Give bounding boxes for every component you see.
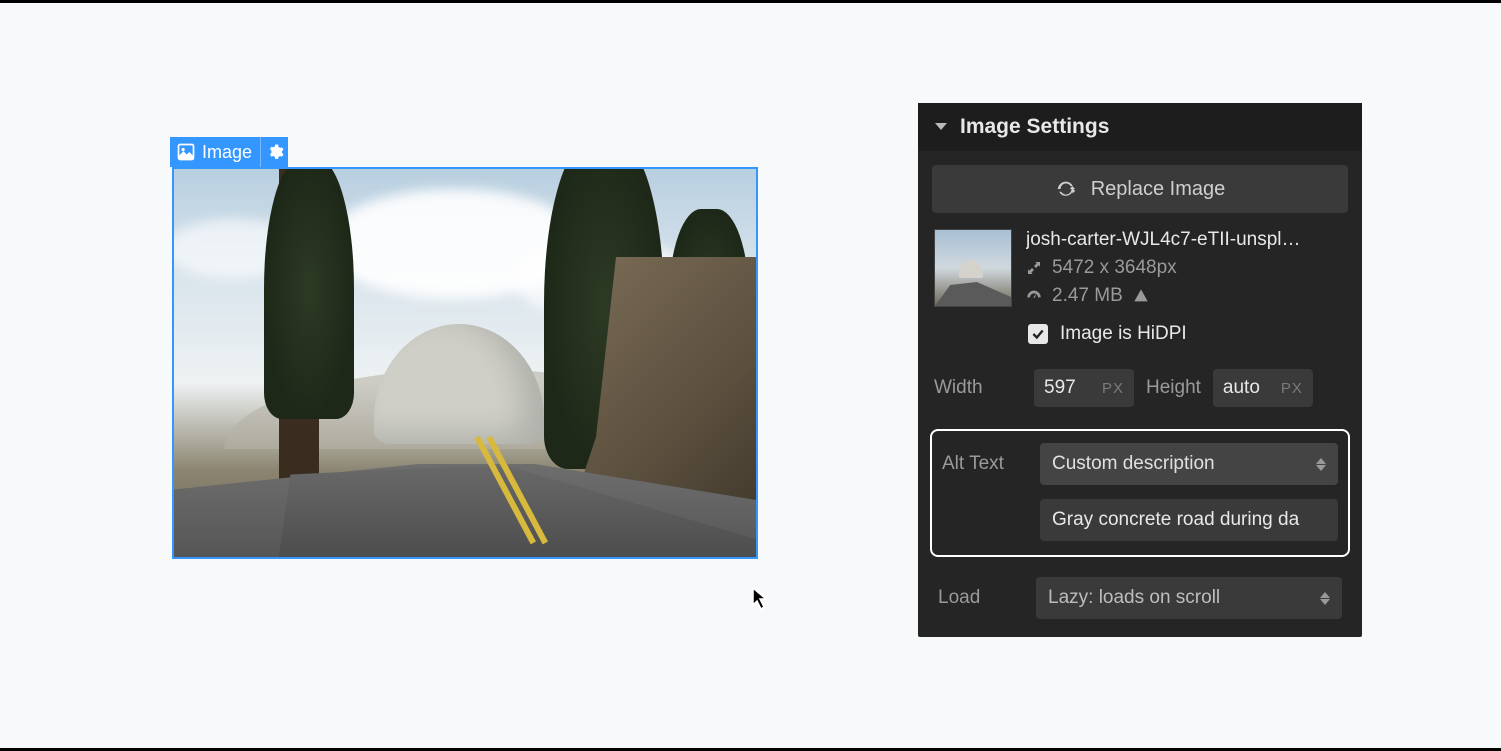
height-input[interactable]: auto PX (1213, 369, 1313, 407)
alt-text-group: Alt Text Custom description Gray concret… (930, 429, 1350, 557)
image-preview (174, 169, 756, 557)
refresh-icon (1055, 178, 1077, 200)
panel-title: Image Settings (960, 115, 1109, 139)
panel-header[interactable]: Image Settings (918, 103, 1362, 151)
alt-text-label: Alt Text (942, 453, 1026, 475)
width-input[interactable]: 597 PX (1034, 369, 1134, 407)
height-value: auto (1223, 377, 1271, 399)
replace-image-button[interactable]: Replace Image (932, 165, 1348, 213)
image-settings-panel: Image Settings Replace Image josh-carter… (918, 103, 1362, 637)
replace-image-label: Replace Image (1091, 178, 1226, 201)
element-type-label: Image (202, 142, 252, 163)
hidpi-label: Image is HiDPI (1060, 323, 1187, 345)
gauge-icon (1026, 288, 1042, 304)
hidpi-row[interactable]: Image is HiDPI (932, 317, 1348, 355)
select-stepper-icon (1320, 592, 1330, 605)
height-unit: PX (1281, 380, 1303, 397)
chip-main[interactable]: Image (170, 137, 260, 167)
file-info-row: josh-carter-WJL4c7-eTII-unspl… 5472 x 36… (932, 213, 1348, 317)
alt-text-mode-value: Custom description (1052, 453, 1215, 475)
dimensions-row: Width 597 PX Height auto PX (932, 355, 1348, 407)
alt-text-value: Gray concrete road during da (1052, 509, 1299, 530)
select-stepper-icon (1316, 458, 1326, 471)
alt-text-input[interactable]: Gray concrete road during da (1040, 499, 1338, 541)
image-icon (176, 142, 196, 162)
collapse-icon (934, 122, 948, 132)
hidpi-checkbox[interactable] (1028, 324, 1048, 344)
warning-icon (1133, 288, 1149, 304)
dimensions-icon (1026, 260, 1042, 276)
alt-text-mode-select[interactable]: Custom description (1040, 443, 1338, 485)
load-value: Lazy: loads on scroll (1048, 587, 1220, 609)
element-settings-button[interactable] (260, 137, 288, 167)
file-name: josh-carter-WJL4c7-eTII-unspl… (1026, 229, 1346, 251)
canvas-image-element[interactable]: Image (172, 167, 758, 559)
element-selection-chip[interactable]: Image (170, 137, 288, 167)
gear-icon (266, 143, 284, 161)
width-value: 597 (1044, 377, 1092, 399)
load-label: Load (938, 587, 1022, 609)
width-unit: PX (1102, 380, 1124, 397)
width-label: Width (934, 377, 1022, 399)
file-size: 2.47 MB (1052, 285, 1123, 307)
load-row: Load Lazy: loads on scroll (932, 557, 1348, 619)
load-select[interactable]: Lazy: loads on scroll (1036, 577, 1342, 619)
image-frame[interactable] (172, 167, 758, 559)
cursor-icon (752, 587, 770, 611)
image-thumbnail[interactable] (934, 229, 1012, 307)
file-dimensions: 5472 x 3648px (1052, 257, 1177, 279)
height-label: Height (1146, 377, 1201, 399)
